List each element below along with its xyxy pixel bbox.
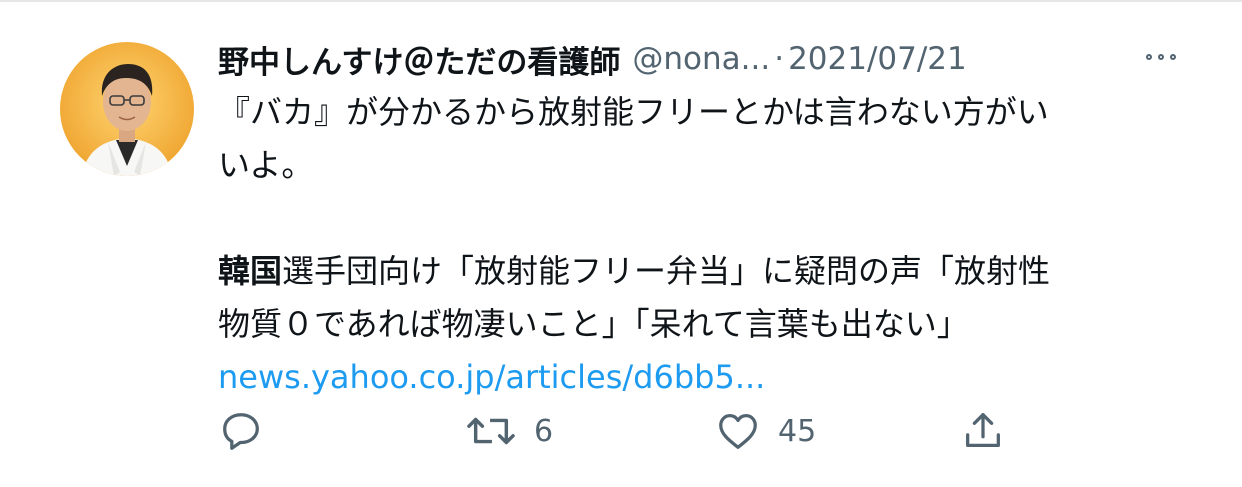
heart-icon [719,414,757,449]
tweet[interactable]: 野中しんすけ＠ただの看護師 @nona... · 2021/07/21 『バカ』… [0,0,1242,487]
avatar-image [60,42,194,176]
tweet-text-segment: 選手団向け「放射能フリー弁当」に疑問の声「放射性 [282,252,1051,290]
like-count: 45 [778,413,817,449]
share-button[interactable] [960,406,1006,456]
tweet-actions: 6 45 [218,406,1038,456]
retweet-icon [467,417,515,445]
share-icon [966,413,1000,448]
timestamp[interactable]: 2021/07/21 [788,41,967,77]
display-name[interactable]: 野中しんすけ＠ただの看護師 [218,37,620,82]
user-handle[interactable]: @nona... [632,41,770,77]
separator-dot: · [774,41,785,77]
more-horizontal-icon [1146,54,1152,60]
article-link[interactable]: news.yahoo.co.jp/articles/d6bb5... [218,351,1178,404]
tweet-text-line: 『バカ』が分かるから放射能フリーとかは言わない方がい [218,93,1049,131]
retweet-button[interactable]: 6 [464,406,553,456]
tweet-text-line: 韓国選手団向け「放射能フリー弁当」に疑問の声「放射性 [218,245,1178,298]
tweet-text-line: いよ。 [218,146,314,184]
tweet-header: 野中しんすけ＠ただの看護師 @nona... · 2021/07/21 [218,36,1218,82]
retweet-count: 6 [534,413,554,449]
tweet-text: 『バカ』が分かるから放射能フリーとかは言わない方がい いよ。 韓国選手団向け「放… [218,86,1178,404]
reply-button[interactable] [218,406,264,456]
avatar[interactable] [60,42,194,176]
bold-keyword: 韓国 [218,252,283,290]
tweet-text-line: 物質０であれば物凄いこと」「呆れて言葉も出ない」 [218,305,969,343]
like-button[interactable]: 45 [714,406,816,456]
more-options-button[interactable] [1143,44,1179,70]
reply-icon [223,413,259,450]
